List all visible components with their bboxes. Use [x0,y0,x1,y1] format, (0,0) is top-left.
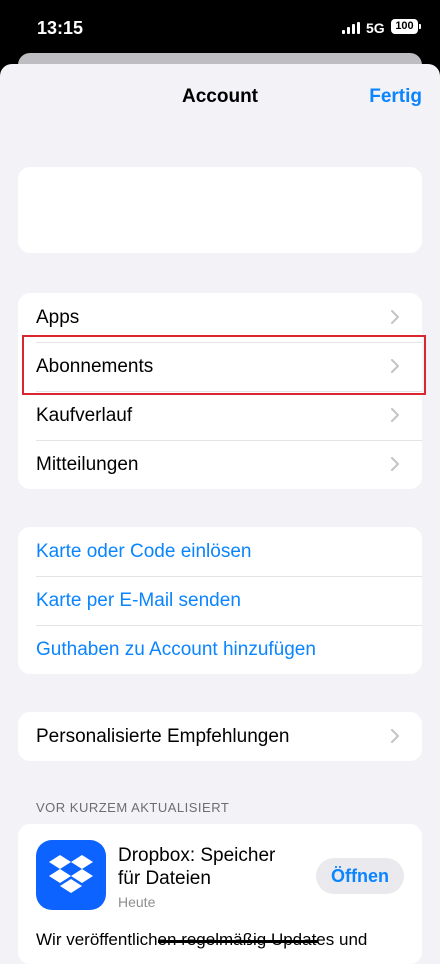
chevron-right-icon [391,457,399,471]
link-label: Karte oder Code einlösen [36,540,252,562]
menu-item-label: Personalisierte Empfehlungen [36,725,290,747]
chevron-right-icon [391,310,399,324]
chevron-right-icon [391,729,399,743]
status-bar: 13:15 5G 100 [0,0,440,56]
profile-card[interactable] [18,167,422,253]
chevron-right-icon [391,408,399,422]
chevron-right-icon [391,359,399,373]
send-gift-card-link[interactable]: Karte per E-Mail senden [18,576,422,625]
done-button[interactable]: Fertig [369,86,422,108]
menu-item-label: Apps [36,306,80,328]
menu-item-subscriptions[interactable]: Abonnements [18,342,422,391]
link-label: Guthaben zu Account hinzufügen [36,638,316,660]
section-header-recent: VOR KURZEM AKTUALISIERT [36,800,230,815]
personalized-card: Personalisierte Empfehlungen [18,712,422,761]
add-funds-link[interactable]: Guthaben zu Account hinzufügen [18,625,422,674]
app-update-date: Heute [118,894,156,910]
menu-item-notifications[interactable]: Mitteilungen [18,440,422,489]
open-button[interactable]: Öffnen [316,858,404,894]
network-label: 5G [366,20,385,36]
battery-icon: 100 [391,19,421,34]
account-menu: Apps Abonnements Kaufverlauf Mitteilunge… [18,293,422,489]
recent-app-card[interactable]: Dropbox: Speicher für Dateien Heute Öffn… [18,824,422,964]
signal-icon [342,22,360,34]
personalized-recommendations-item[interactable]: Personalisierte Empfehlungen [18,712,422,761]
strike-mark [158,940,318,943]
link-label: Karte per E-Mail senden [36,589,241,611]
menu-item-label: Mitteilungen [36,453,139,475]
menu-item-label: Abonnements [36,355,154,377]
redeem-code-link[interactable]: Karte oder Code einlösen [18,527,422,576]
status-time: 13:15 [37,18,84,38]
gift-card-links: Karte oder Code einlösen Karte per E-Mai… [18,527,422,674]
dropbox-icon [36,840,106,910]
menu-item-label: Kaufverlauf [36,404,133,426]
menu-item-apps[interactable]: Apps [18,293,422,342]
app-title: Dropbox: Speicher für Dateien [118,845,276,889]
menu-item-purchase-history[interactable]: Kaufverlauf [18,391,422,440]
